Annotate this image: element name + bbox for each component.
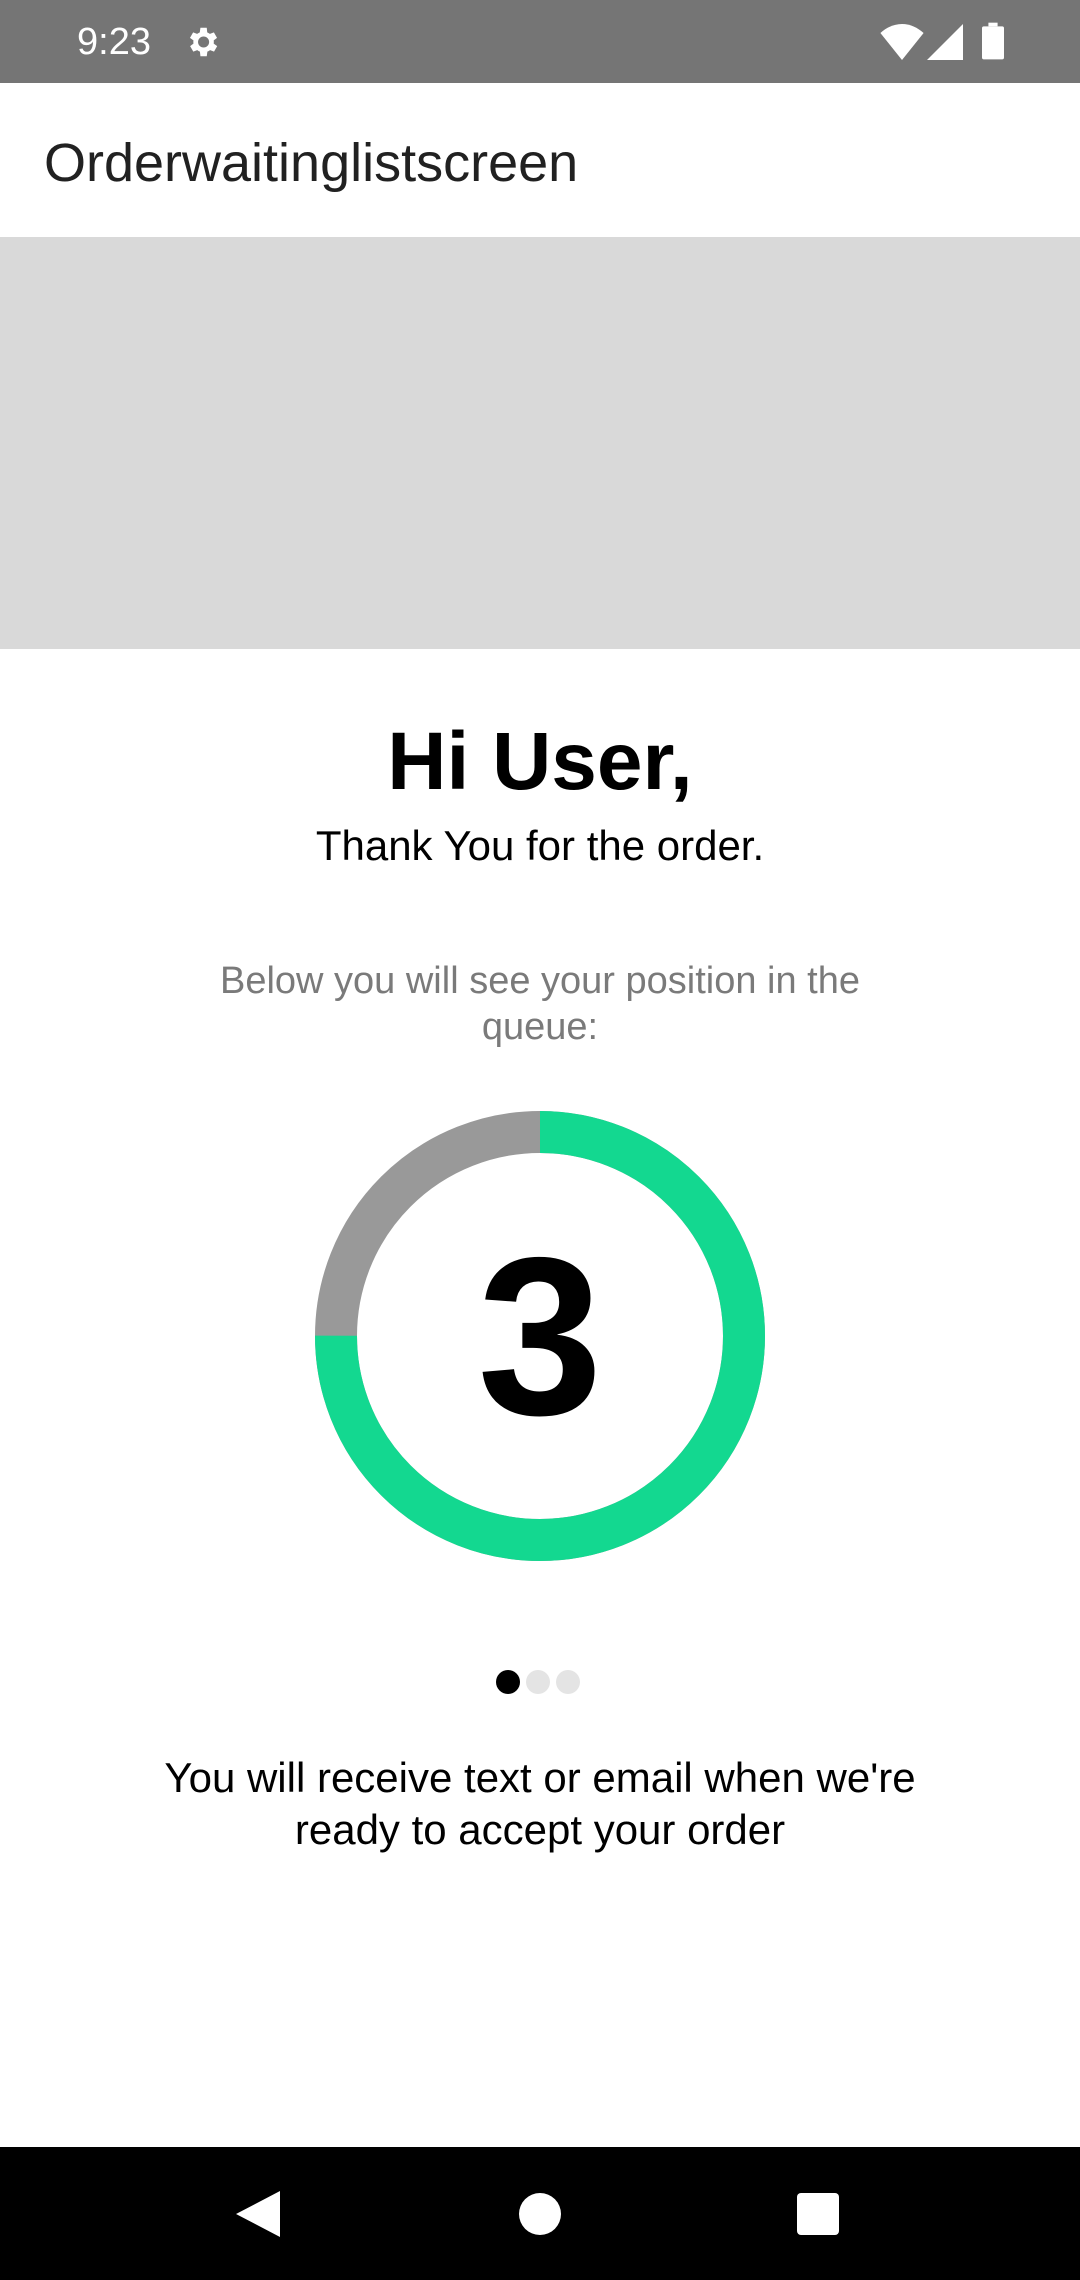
status-time: 9:23	[77, 21, 151, 63]
wifi-icon	[880, 24, 924, 60]
queue-description: Below you will see your position in the …	[219, 960, 860, 1048]
app-title: Orderwaitinglistscreen	[44, 133, 579, 193]
page-indicator	[496, 1670, 586, 1696]
app-bar: Orderwaitinglistscreen	[0, 83, 1080, 237]
page-indicator-dot	[496, 1670, 520, 1694]
page-indicator-dot	[526, 1670, 550, 1694]
signal-icon	[927, 24, 963, 60]
home-icon[interactable]	[518, 2192, 562, 2236]
banner-image-placeholder	[0, 237, 1080, 649]
greeting-heading: Hi User,	[387, 716, 693, 807]
queue-position-number: 3	[477, 1210, 602, 1462]
status-bar: 9:23	[0, 0, 1080, 83]
recents-icon[interactable]	[797, 2193, 839, 2235]
notice-text: You will receive text or email when we'r…	[164, 1754, 916, 1853]
gear-icon	[189, 27, 218, 57]
back-icon[interactable]	[236, 2191, 280, 2237]
page-indicator-dot	[556, 1670, 580, 1694]
battery-icon	[982, 22, 1004, 60]
queue-progress-ring: 3	[315, 1111, 765, 1561]
thanks-text: Thank You for the order.	[315, 822, 765, 869]
